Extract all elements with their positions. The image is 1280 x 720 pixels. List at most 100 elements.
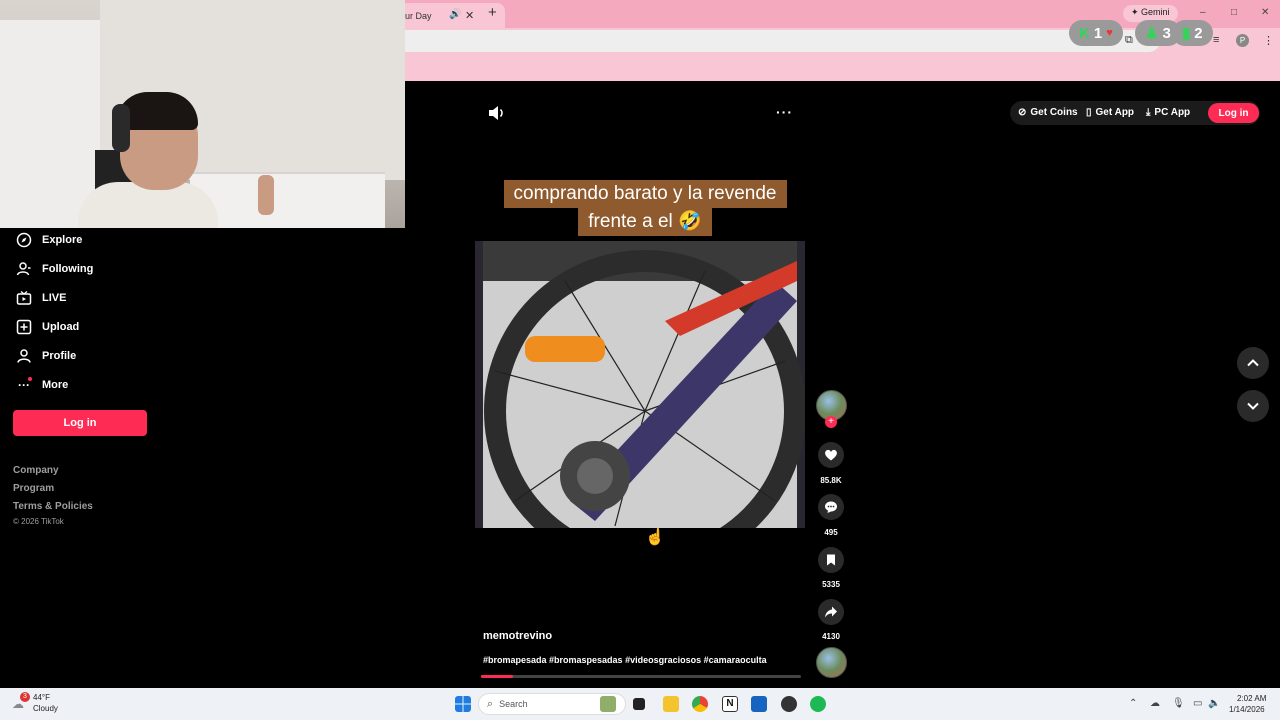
pc-app-label: PC App xyxy=(1154,107,1191,118)
stat-value: 1 xyxy=(1093,24,1103,42)
tray-chevron-icon[interactable]: ⌃ xyxy=(1129,698,1137,709)
sidebar-item-label: Upload xyxy=(42,321,80,333)
upload-icon xyxy=(16,319,32,335)
search-icon: ⌕ xyxy=(487,697,494,710)
spotify-icon[interactable] xyxy=(810,696,826,712)
stat-value: 2 xyxy=(1194,24,1203,42)
person-icon: ♟ xyxy=(1145,25,1159,42)
sidebar-item-label: Profile xyxy=(42,350,77,362)
stat-value: 3 xyxy=(1162,24,1171,42)
profile-icon xyxy=(16,348,32,364)
menu-list-icon[interactable]: ≡ xyxy=(1213,34,1219,46)
sidebar-item-label: LIVE xyxy=(42,292,67,304)
onedrive-icon[interactable]: ☁ xyxy=(1150,698,1160,709)
footer-link-company[interactable]: Company xyxy=(13,465,59,476)
caption-line-1: comprando barato y la revende xyxy=(503,180,787,208)
sidebar-item-live[interactable]: LIVE xyxy=(16,288,66,308)
sidebar-item-following[interactable]: Following xyxy=(16,259,93,279)
notion-icon[interactable]: N xyxy=(722,696,738,712)
extensions-icon[interactable]: ⧉ xyxy=(1125,34,1133,47)
sidebar-item-upload[interactable]: Upload xyxy=(16,317,79,337)
footer-link-terms[interactable]: Terms & Policies xyxy=(13,501,93,512)
search-placeholder: Search xyxy=(499,699,528,709)
task-view-icon[interactable] xyxy=(633,698,645,710)
windows-start-icon[interactable] xyxy=(455,696,471,712)
maximize-button[interactable]: □ xyxy=(1231,7,1237,18)
monitor-icon[interactable]: ▭ xyxy=(1193,698,1202,709)
heart-icon xyxy=(825,449,837,461)
sidebar-login-button[interactable]: Log in xyxy=(13,410,147,436)
volume-icon[interactable] xyxy=(488,105,506,121)
comment-icon xyxy=(825,501,837,513)
mic-icon[interactable]: 🎙 xyxy=(1172,698,1185,709)
notification-dot xyxy=(28,377,32,381)
bicycle-wheel-image xyxy=(483,241,805,528)
widget-icon[interactable] xyxy=(600,696,616,712)
video-more-icon[interactable]: ··· xyxy=(776,104,793,120)
stat-pill-bars: ▮ 2 xyxy=(1172,20,1213,46)
chevron-up-icon xyxy=(1247,359,1259,367)
clock-date[interactable]: 1/14/2026 xyxy=(1229,705,1265,714)
sound-disc-avatar[interactable] xyxy=(816,647,847,678)
heart-small-icon: ♥ xyxy=(1106,27,1113,39)
save-button[interactable] xyxy=(818,547,844,573)
webcam-overlay xyxy=(0,0,405,228)
comment-button[interactable] xyxy=(818,494,844,520)
app-icon[interactable] xyxy=(751,696,767,712)
copyright-text: © 2026 TikTok xyxy=(13,517,64,526)
get-app-label: Get App xyxy=(1095,107,1135,118)
tab-audio-icon[interactable]: 🔊 xyxy=(449,9,461,20)
minimize-button[interactable]: – xyxy=(1200,7,1206,18)
coin-icon: ⊘ xyxy=(1018,107,1027,118)
weather-description[interactable]: Cloudy xyxy=(33,704,58,713)
close-window-button[interactable]: ✕ xyxy=(1261,7,1269,18)
live-tv-icon xyxy=(16,290,32,306)
speaker-icon[interactable]: 🔈 xyxy=(1208,698,1220,709)
sidebar-item-profile[interactable]: Profile xyxy=(16,346,76,366)
file-explorer-icon[interactable] xyxy=(663,696,679,712)
chevron-down-icon xyxy=(1247,402,1259,410)
footer-link-program[interactable]: Program xyxy=(13,483,54,494)
follow-plus-icon[interactable]: + xyxy=(825,416,837,428)
download-icon: ⤓ xyxy=(1146,107,1151,118)
next-video-button[interactable] xyxy=(1237,390,1269,422)
get-app-button[interactable]: ▯ Get App xyxy=(1086,107,1134,118)
video-frame[interactable] xyxy=(475,241,805,528)
tab-close-icon[interactable]: ✕ xyxy=(465,9,474,22)
new-tab-button[interactable]: + xyxy=(488,4,497,21)
video-caption: comprando barato y la revende frente a e… xyxy=(497,180,793,236)
like-button[interactable] xyxy=(818,442,844,468)
pc-app-button[interactable]: ⤓ PC App xyxy=(1146,107,1190,118)
profile-avatar[interactable]: P xyxy=(1236,34,1249,47)
share-button[interactable] xyxy=(818,599,844,625)
phone-icon: ▯ xyxy=(1086,107,1092,118)
comment-count: 495 xyxy=(824,528,838,537)
k-icon: K xyxy=(1079,24,1090,42)
video-progress-fill xyxy=(481,675,513,678)
gemini-label: Gemini xyxy=(1141,7,1170,17)
sidebar-item-more[interactable]: ··· More xyxy=(16,375,68,395)
webcam-dresser xyxy=(190,172,385,228)
save-count: 5335 xyxy=(822,580,840,589)
cloud-icon[interactable]: ☁ xyxy=(12,697,24,711)
video-author[interactable]: memotrevino xyxy=(483,630,552,642)
weather-temperature[interactable]: 44°F xyxy=(33,693,50,702)
headset-icon xyxy=(112,104,130,152)
following-icon xyxy=(16,261,32,277)
get-coins-button[interactable]: ⊘ Get Coins xyxy=(1018,107,1078,118)
sidebar-item-explore[interactable]: Explore xyxy=(16,230,82,250)
stat-pill-k: K 1 ♥ xyxy=(1069,20,1123,46)
address-bar[interactable] xyxy=(405,30,1160,52)
obs-icon[interactable] xyxy=(781,696,797,712)
mouse-cursor-icon: ☝ xyxy=(645,529,665,546)
video-hashtags[interactable]: #bromapesada #bromaspesadas #videosgraci… xyxy=(483,655,767,665)
kebab-menu-icon[interactable]: ⋮ xyxy=(1263,34,1274,47)
chrome-icon[interactable] xyxy=(692,696,708,712)
previous-video-button[interactable] xyxy=(1237,347,1269,379)
header-login-button[interactable]: Log in xyxy=(1208,103,1259,123)
clock-time[interactable]: 2:02 AM xyxy=(1237,694,1266,703)
video-progress-bar[interactable] xyxy=(481,675,801,678)
taskbar: 3 ☁ 44°F Cloudy ⌕ Search N ⌃ ☁ 🎙 ▭ 🔈 2:0… xyxy=(0,688,1280,720)
like-count: 85.8K xyxy=(820,476,842,485)
sidebar-item-label: Explore xyxy=(42,234,83,246)
